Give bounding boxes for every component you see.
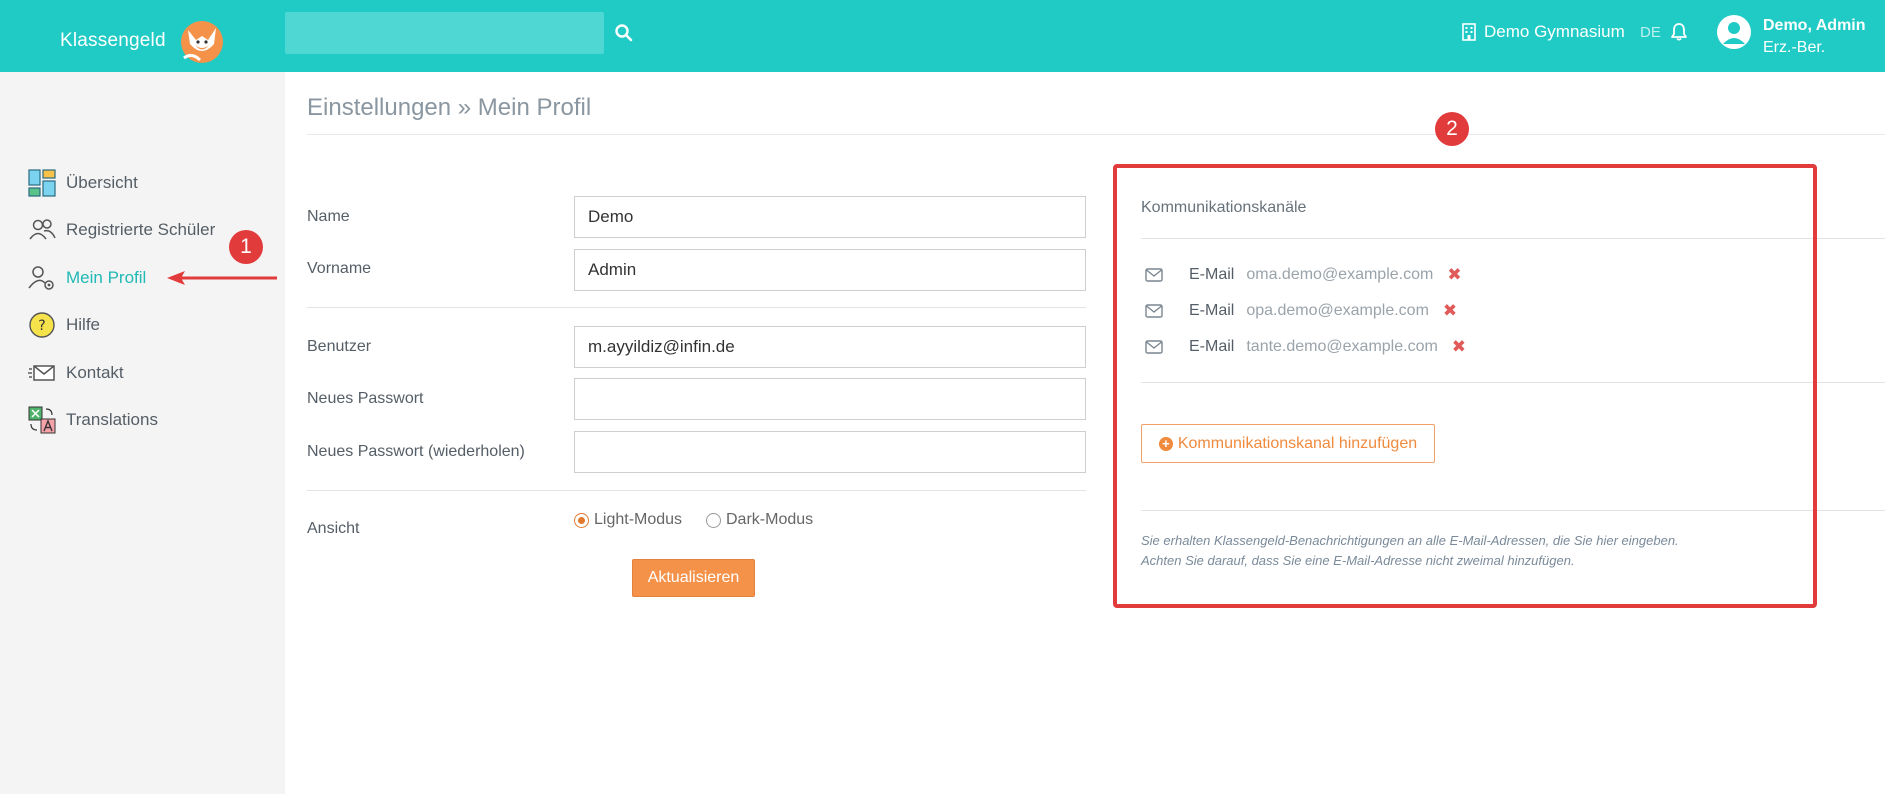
sidebar-item-label: Kontakt bbox=[66, 363, 124, 382]
school-selector[interactable]: Demo Gymnasium bbox=[1462, 22, 1625, 42]
sidebar-item-uebersicht[interactable]: Übersicht bbox=[28, 168, 138, 198]
benutzer-input[interactable] bbox=[574, 326, 1086, 368]
sidebar-item-label: Translations bbox=[66, 410, 158, 429]
fox-logo-icon bbox=[180, 21, 223, 63]
sidebar-item-label: Mein Profil bbox=[66, 268, 147, 287]
user-settings-icon bbox=[28, 266, 54, 290]
sidebar: Übersicht Registrierte Schüler Mein Prof… bbox=[0, 72, 285, 794]
user-name: Demo, Admin bbox=[1763, 17, 1866, 34]
search-input[interactable] bbox=[285, 12, 604, 54]
vorname-input[interactable] bbox=[574, 249, 1086, 291]
sidebar-item-label: Übersicht bbox=[66, 173, 138, 192]
neues-passwort-input[interactable] bbox=[574, 378, 1086, 420]
user-avatar-icon[interactable] bbox=[1716, 14, 1752, 50]
school-name: Demo Gymnasium bbox=[1484, 22, 1625, 41]
light-mode-label: Light-Modus bbox=[594, 511, 683, 528]
users-icon bbox=[29, 219, 56, 240]
name-input[interactable] bbox=[574, 196, 1086, 238]
vorname-label: Vorname bbox=[307, 260, 372, 277]
annotation-highlight-frame bbox=[1113, 164, 1817, 608]
help-icon: ? bbox=[29, 312, 55, 338]
passwort-wiederholen-label: Neues Passwort (wiederholen) bbox=[307, 443, 525, 460]
update-button[interactable]: Aktualisieren bbox=[632, 559, 755, 597]
annotation-badge-2: 2 bbox=[1435, 112, 1469, 146]
radio-checked[interactable] bbox=[574, 512, 589, 528]
top-navbar: Klassengeld Demo Gymnasium DE Demo, Admi… bbox=[0, 0, 1885, 72]
user-info[interactable]: Demo, Admin Erz.-Ber. bbox=[1763, 15, 1866, 59]
dark-mode-radio[interactable]: Dark-Modus bbox=[706, 511, 813, 529]
dashboard-icon bbox=[28, 169, 56, 197]
user-role: Erz.-Ber. bbox=[1763, 39, 1826, 56]
mail-icon bbox=[28, 365, 55, 381]
brand[interactable]: Klassengeld bbox=[60, 18, 230, 64]
sidebar-item-translations[interactable]: Translations bbox=[28, 405, 158, 435]
annotation-arrow bbox=[167, 271, 277, 285]
passwort-wiederholen-input[interactable] bbox=[574, 431, 1086, 473]
sidebar-item-label: Hilfe bbox=[66, 315, 101, 334]
bell-icon[interactable] bbox=[1669, 22, 1689, 42]
language-switch[interactable]: DE bbox=[1640, 24, 1661, 41]
ansicht-label: Ansicht bbox=[307, 520, 360, 537]
form-divider bbox=[307, 307, 1086, 308]
title-divider bbox=[307, 134, 1885, 135]
radio-unchecked[interactable] bbox=[706, 512, 721, 528]
svg-text:?: ? bbox=[38, 318, 45, 334]
sidebar-item-hilfe[interactable]: ? Hilfe bbox=[28, 310, 100, 340]
translate-icon bbox=[28, 406, 56, 434]
sidebar-item-registrierte-schueler[interactable]: Registrierte Schüler bbox=[28, 215, 215, 245]
sidebar-item-label: Registrierte Schüler bbox=[66, 220, 216, 239]
form-divider bbox=[307, 490, 1086, 491]
neues-passwort-label: Neues Passwort bbox=[307, 390, 424, 407]
dark-mode-label: Dark-Modus bbox=[726, 511, 814, 528]
search-icon[interactable] bbox=[614, 23, 634, 43]
sidebar-item-kontakt[interactable]: Kontakt bbox=[28, 358, 124, 388]
page-breadcrumb: Einstellungen » Mein Profil bbox=[307, 94, 592, 121]
annotation-badge-1: 1 bbox=[229, 230, 263, 264]
brand-name: Klassengeld bbox=[60, 30, 166, 51]
building-icon bbox=[1462, 23, 1476, 41]
light-mode-radio[interactable]: Light-Modus bbox=[574, 511, 682, 529]
sidebar-item-mein-profil[interactable]: Mein Profil bbox=[28, 263, 146, 293]
benutzer-label: Benutzer bbox=[307, 338, 372, 355]
name-label: Name bbox=[307, 208, 350, 225]
